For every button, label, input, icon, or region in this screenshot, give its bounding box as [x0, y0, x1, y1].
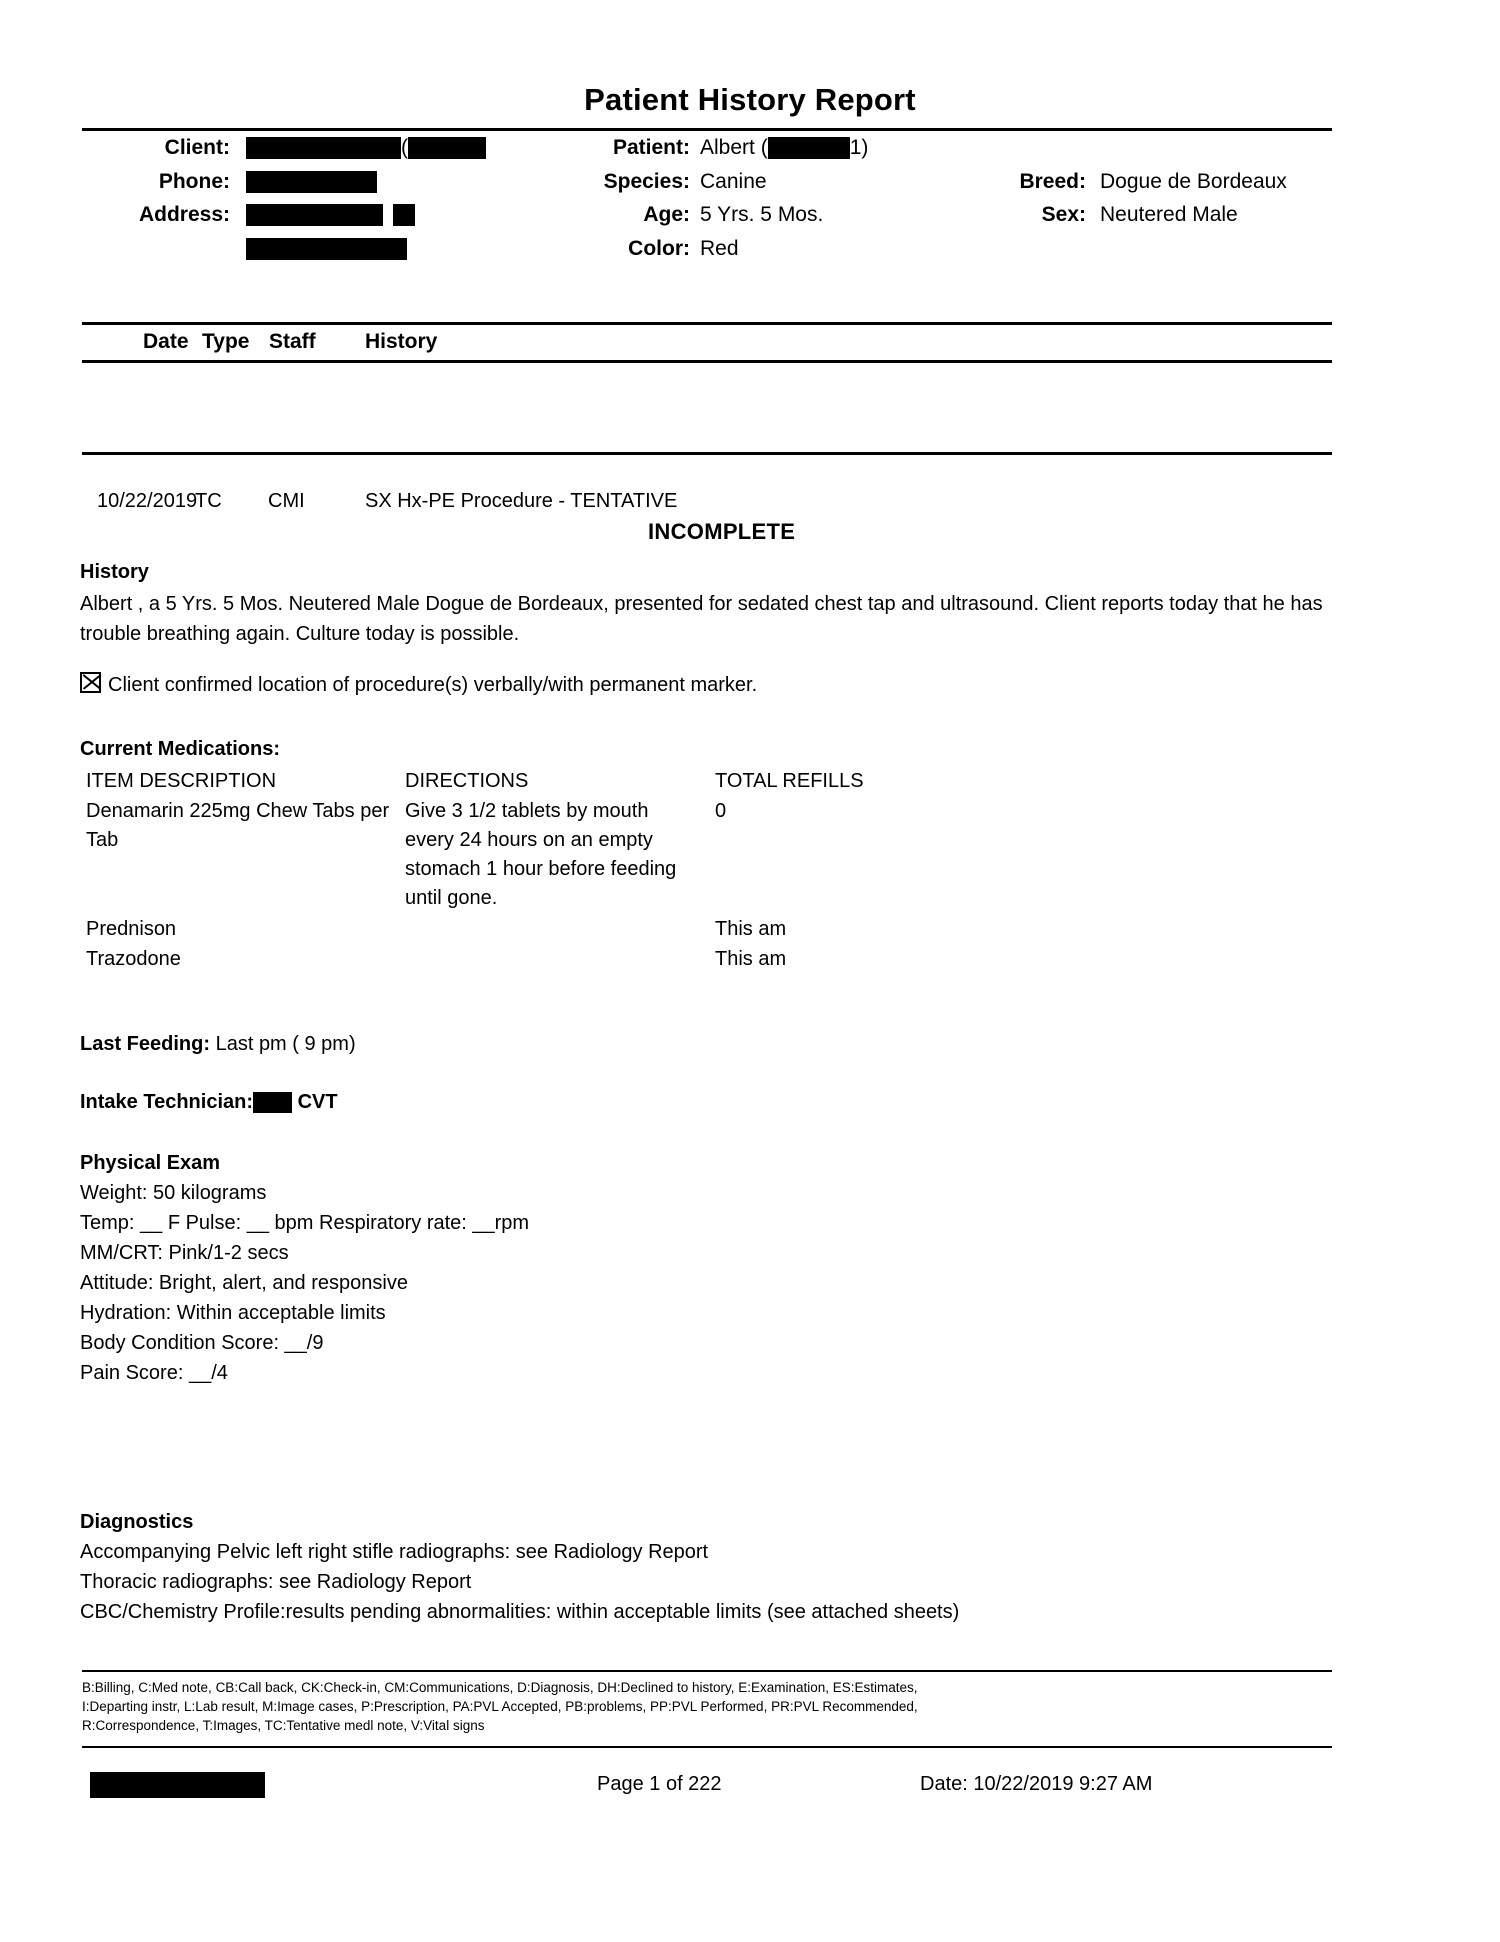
sex-label: Sex: — [1041, 203, 1086, 226]
intake-technician-redaction — [253, 1092, 293, 1114]
table-rule-top — [82, 322, 1332, 325]
intake-technician-row: Intake Technician: CVT — [80, 1091, 338, 1114]
med-row-directions: Give 3 1/2 tablets by mouth every 24 hou… — [405, 800, 677, 909]
legend-line: I:Departing instr, L:Lab result, M:Image… — [82, 1699, 918, 1714]
entry-history-title: SX Hx-PE Procedure - TENTATIVE — [365, 490, 678, 512]
entry-type: TC — [195, 490, 222, 512]
legend-rule-top — [82, 1670, 1332, 1672]
footer-page-number: Page 1 of 222 — [597, 1773, 722, 1795]
med-row-item: Prednison — [86, 918, 177, 940]
physical-exam-line: Weight: 50 kilograms — [80, 1182, 267, 1204]
med-row-refills: This am — [715, 948, 787, 970]
legend-line: B:Billing, C:Med note, CB:Call back, CK:… — [82, 1680, 918, 1695]
last-feeding-value: Last pm ( 9 pm) — [215, 1033, 356, 1055]
column-header-history: History — [365, 330, 438, 353]
current-medications-heading: Current Medications: — [80, 738, 281, 760]
diagnostics-heading: Diagnostics — [80, 1511, 194, 1533]
history-heading: History — [80, 561, 149, 583]
med-row-refills: This am — [715, 918, 787, 940]
intake-technician-label: Intake Technician: — [80, 1091, 254, 1113]
physical-exam-line: Temp: __ F Pulse: __ bpm Respiratory rat… — [80, 1212, 530, 1234]
table-rule-mid — [82, 360, 1332, 363]
legend-line: R:Correspondence, T:Images, TC:Tentative… — [82, 1718, 485, 1733]
client-label: Client: — [164, 136, 230, 159]
diagnostics-line: Thoracic radiographs: see Radiology Repo… — [80, 1571, 472, 1593]
history-text: Albert , a 5 Yrs. 5 Mos. Neutered Male D… — [80, 593, 1323, 645]
address-value-line1 — [246, 203, 415, 227]
client-value: ( — [246, 136, 486, 160]
physical-exam-line: Pain Score: __/4 — [80, 1362, 228, 1384]
med-row-item: Trazodone — [86, 948, 181, 970]
species-value: Canine — [700, 170, 767, 193]
client-name-redaction — [246, 137, 401, 160]
patient-label: Patient: — [612, 136, 690, 159]
footer-clinic-redaction — [90, 1772, 265, 1798]
procedure-confirmation-row: Client confirmed location of procedure(s… — [80, 672, 757, 697]
med-column-refills: TOTAL REFILLS — [715, 770, 864, 792]
patient-name-suffix: 1) — [849, 136, 869, 159]
column-header-staff: Staff — [269, 330, 316, 353]
footer-date: Date: 10/22/2019 9:27 AM — [920, 1773, 1153, 1795]
age-value: 5 Yrs. 5 Mos. — [700, 203, 824, 226]
legend-rule-bottom — [82, 1746, 1332, 1748]
med-row-refills: 0 — [715, 800, 727, 822]
color-value: Red — [700, 237, 739, 260]
page-title: Patient History Report — [584, 82, 916, 117]
patient-id-redaction — [767, 137, 850, 160]
med-column-item: ITEM DESCRIPTION — [86, 770, 277, 792]
med-row-item: Denamarin 225mg Chew Tabs per Tab — [86, 800, 390, 851]
column-header-date: Date — [143, 330, 189, 353]
last-feeding-label: Last Feeding: — [80, 1033, 211, 1055]
species-label: Species: — [603, 170, 690, 193]
address-label: Address: — [138, 203, 230, 226]
sex-value: Neutered Male — [1100, 203, 1238, 226]
intake-technician-credential: CVT — [297, 1091, 338, 1113]
client-paren: ( — [401, 136, 408, 159]
phone-redaction — [246, 171, 377, 194]
column-header-type: Type — [202, 330, 250, 353]
last-feeding-row: Last Feeding: Last pm ( 9 pm) — [80, 1033, 356, 1056]
phone-value — [246, 170, 377, 194]
breed-value: Dogue de Bordeaux — [1100, 170, 1287, 193]
med-column-directions: DIRECTIONS — [405, 770, 529, 792]
address-street-redaction — [246, 204, 383, 227]
entry-date: 10/22/2019 — [97, 490, 198, 512]
phone-label: Phone: — [158, 170, 230, 193]
diagnostics-line: Accompanying Pelvic left right stifle ra… — [80, 1541, 709, 1563]
address-city-redaction — [246, 238, 407, 261]
physical-exam-line: Attitude: Bright, alert, and responsive — [80, 1272, 408, 1294]
address-unit-redaction — [393, 204, 415, 227]
physical-exam-line: Hydration: Within acceptable limits — [80, 1302, 386, 1324]
patient-value: Albert ( 1) — [700, 136, 868, 160]
physical-exam-line: MM/CRT: Pink/1-2 secs — [80, 1242, 289, 1264]
client-id-redaction — [408, 137, 486, 160]
patient-history-report-page: Patient History Report Client: ( Phone: … — [0, 0, 1500, 1942]
color-label: Color: — [628, 237, 690, 260]
procedure-confirmation-label: Client confirmed location of procedure(s… — [108, 674, 758, 696]
age-label: Age: — [643, 203, 690, 226]
entry-staff: CMI — [268, 490, 305, 512]
breed-label: Breed: — [1019, 170, 1086, 193]
physical-exam-heading: Physical Exam — [80, 1152, 221, 1174]
entry-status-incomplete: INCOMPLETE — [648, 519, 796, 544]
physical-exam-line: Body Condition Score: __/9 — [80, 1332, 324, 1354]
address-value-line2 — [246, 237, 407, 261]
patient-name: Albert ( — [700, 136, 768, 159]
diagnostics-line: CBC/Chemistry Profile:results pending ab… — [80, 1601, 960, 1623]
checkbox-checked-icon[interactable] — [80, 672, 101, 693]
abbreviation-legend: B:Billing, C:Med note, CB:Call back, CK:… — [82, 1678, 1202, 1735]
table-rule-bottom — [82, 452, 1332, 455]
header-rule-top — [82, 128, 1332, 131]
